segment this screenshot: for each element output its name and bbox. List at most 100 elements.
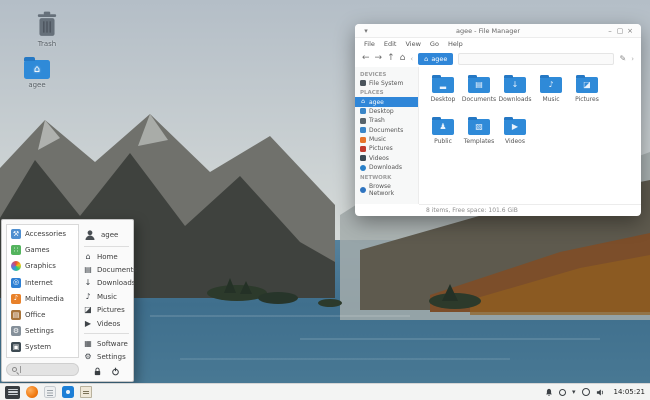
shortcut-documents[interactable]: ▤ Documents [84,263,137,276]
sidebar-item-file-system[interactable]: File System [355,79,418,88]
network-indicator-icon[interactable] [581,388,590,396]
trash-icon [360,117,366,124]
avatar [85,229,95,240]
divider [84,246,129,247]
sidebar-item-documents[interactable]: Documents [355,126,418,135]
app-menu-button[interactable] [5,385,20,399]
desktop-icon-trash[interactable]: Trash [24,10,70,48]
downloads-icon [360,164,366,171]
category-multimedia[interactable]: ♪ Multimedia [7,291,78,307]
power-icon[interactable] [111,367,120,376]
edit-path-icon[interactable]: ✎ [619,54,626,63]
chevron-right-icon[interactable]: › [631,55,634,63]
system-icon: ▣ [11,342,21,353]
folder-icon: ♟ [432,116,454,135]
clock[interactable]: 14:05:21 [614,388,645,396]
folder-public[interactable]: ♟ Public [425,116,461,158]
sidebar-header-devices: DEVICES [360,71,387,78]
browser-launcher-icon[interactable] [26,386,38,398]
path-button-agee[interactable]: ⌂ agee [418,52,454,65]
desktop-icon-label: agee [28,81,46,89]
sidebar-item-videos[interactable]: Videos [355,154,418,163]
folder-desktop[interactable]: ▂ Desktop [425,74,461,116]
menu-go[interactable]: Go [430,40,439,48]
folder-icon: ▤ [468,74,490,93]
search-input[interactable] [24,365,73,374]
path-bar[interactable] [458,52,615,65]
shortcut-videos[interactable]: ▶ Videos [84,317,129,330]
sidebar-item-trash[interactable]: Trash [355,116,418,125]
category-games[interactable]: ∷ Games [7,242,78,258]
drive-icon [360,80,366,87]
pictures-icon [360,145,366,152]
shortcut-home[interactable]: ⌂ Home [84,250,129,263]
documents-icon: ▤ [84,265,92,275]
update-indicator-icon[interactable] [559,388,567,396]
system-tray: ▾ 14:05:21 [545,388,645,397]
notifications-bell-icon[interactable] [545,388,553,397]
folder-icon: ♪ [540,74,562,93]
application-menu: ⚒ Accessories ∷ Games Graphics ◎ Interne… [1,219,137,382]
minimize-button[interactable]: – [605,27,615,35]
shortcut-pictures[interactable]: ◪ Pictures [84,304,129,317]
category-internet[interactable]: ◎ Internet [7,275,78,291]
settings-icon: ⚙ [84,352,92,362]
sidebar-header-places: PLACES [360,90,384,97]
menu-bar: File Edit View Go Help [355,38,641,50]
shortcut-music[interactable]: ♪ Music [84,290,129,303]
user-row[interactable]: agee [84,226,129,243]
category-graphics[interactable]: Graphics [7,258,78,274]
action-software[interactable]: ▦ Software [84,337,129,350]
sidebar-item-browse-network[interactable]: Browse Network [355,182,418,198]
desktop-icon [360,108,366,115]
category-settings[interactable]: ⚙ Settings [7,323,78,339]
menu-view[interactable]: View [405,40,420,48]
chevron-left-icon[interactable]: ‹ [410,55,413,63]
folder-pictures[interactable]: ◪ Pictures [569,74,605,116]
home-icon: ⌂ [424,54,429,63]
signpost-launcher-icon[interactable] [80,386,92,398]
home-icon[interactable]: ⌂ [400,54,406,63]
files-launcher-icon[interactable] [44,386,56,398]
category-list: ⚒ Accessories ∷ Games Graphics ◎ Interne… [6,224,79,358]
lock-screen-icon[interactable] [93,367,102,376]
volume-icon[interactable] [596,388,605,397]
category-system[interactable]: ▣ System [7,339,78,355]
maximize-button[interactable]: ▢ [615,27,625,35]
menu-file[interactable]: File [364,40,375,48]
folder-videos[interactable]: ▶ Videos [497,116,533,158]
blue-app-launcher-icon[interactable] [62,386,74,398]
divider [84,333,129,335]
action-settings[interactable]: ⚙ Settings [84,351,129,364]
forward-icon[interactable]: → [375,54,383,63]
up-icon[interactable]: ↑ [387,54,395,63]
caret-down-icon[interactable]: ▾ [572,388,576,396]
taskbar: ▾ 14:05:21 [0,383,650,400]
window-menu-icon[interactable]: ▾ [361,27,371,35]
sidebar-item-agee[interactable]: ⌂ agee [355,97,418,107]
accessories-icon: ⚒ [11,229,21,240]
documents-icon [360,127,366,134]
back-icon[interactable]: ← [362,54,370,63]
desktop-icon-home[interactable]: ⌂ agee [14,57,60,89]
network-icon [360,187,366,194]
sidebar-item-music[interactable]: Music [355,135,418,144]
close-button[interactable]: × [625,27,635,35]
category-accessories[interactable]: ⚒ Accessories [7,226,78,242]
games-icon: ∷ [11,245,21,256]
sidebar-item-pictures[interactable]: Pictures [355,144,418,153]
shortcut-downloads[interactable]: ↓ Downloads [84,277,136,290]
menu-search-box[interactable] [6,363,79,376]
folder-music[interactable]: ♪ Music [533,74,569,116]
sidebar-item-downloads[interactable]: Downloads [355,163,418,172]
menu-help[interactable]: Help [448,40,463,48]
toolbar: ← → ↑ ⌂ ‹ ⌂ agee ✎ › [355,50,641,67]
folder-documents[interactable]: ▤ Documents [461,74,497,116]
folder-templates[interactable]: ▧ Templates [461,116,497,158]
music-icon [360,136,366,143]
title-bar[interactable]: ▾ agee - File Manager – ▢ × [355,24,641,38]
category-office[interactable]: ▤ Office [7,307,78,323]
sidebar-item-desktop[interactable]: Desktop [355,107,418,116]
folder-downloads[interactable]: ↓ Downloads [497,74,533,116]
menu-edit[interactable]: Edit [384,40,397,48]
